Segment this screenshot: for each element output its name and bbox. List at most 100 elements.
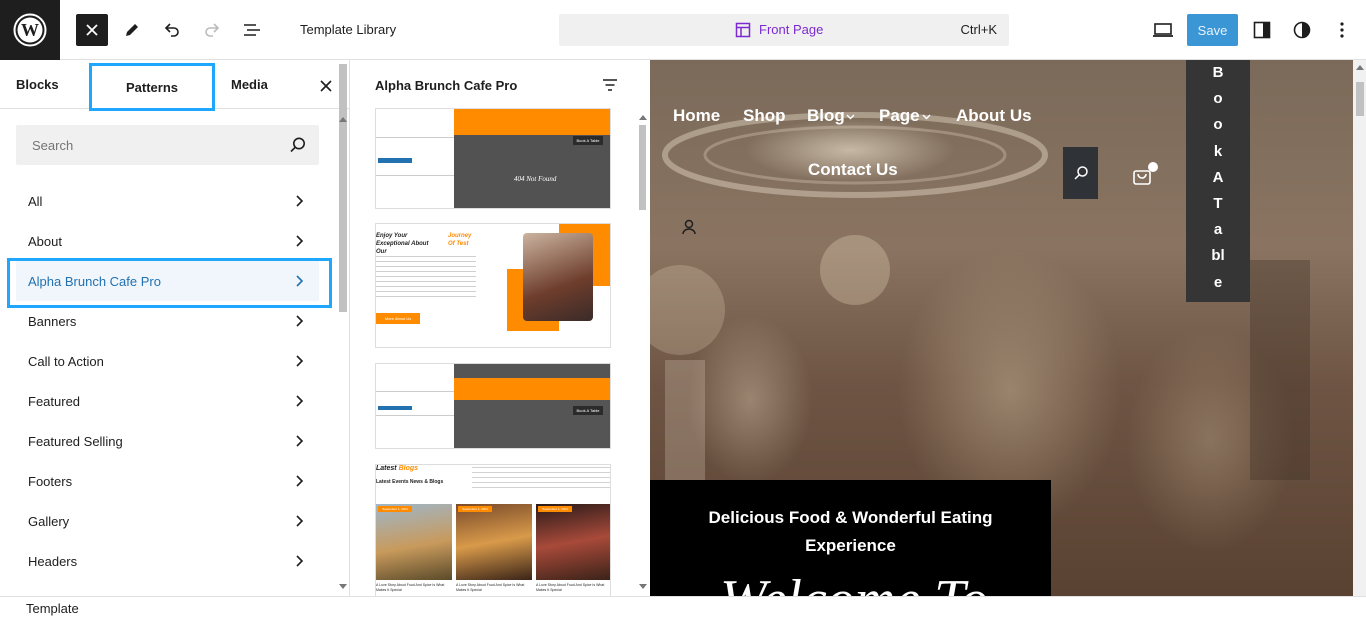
chevron-right-icon <box>296 275 304 287</box>
settings-button[interactable] <box>1246 14 1278 46</box>
category-label: Featured Selling <box>28 433 123 449</box>
category-featured[interactable]: Featured <box>16 381 319 421</box>
pattern-preview-panel: Alpha Brunch Cafe Pro Book A Table 404 N… <box>351 60 650 596</box>
book-table-mini-button: Book A Table <box>573 406 603 415</box>
close-inserter-panel-button[interactable] <box>316 76 336 96</box>
document-title: Template Library <box>300 22 397 37</box>
pattern-list-scrollbar[interactable] <box>639 125 646 210</box>
scroll-up-arrow-icon[interactable] <box>1356 64 1364 70</box>
redo-icon <box>205 23 220 37</box>
category-all[interactable]: All <box>16 181 319 221</box>
chevron-right-icon <box>296 355 304 367</box>
blog-post-title: A Love Story About Food And Spice Is Wha… <box>376 583 445 592</box>
category-label: Gallery <box>28 513 70 529</box>
nav-contact-us[interactable]: Contact Us <box>808 160 898 180</box>
redo-button[interactable] <box>196 14 228 46</box>
document-overview-button[interactable] <box>236 14 268 46</box>
cart-icon <box>1133 162 1158 185</box>
category-gallery[interactable]: Gallery <box>16 501 319 541</box>
hero-heading: Delicious Food & Wonderful Eating Experi… <box>708 508 993 555</box>
search-input[interactable] <box>16 125 286 165</box>
category-footers[interactable]: Footers <box>16 461 319 501</box>
blog-card-image: September 1, 2024 <box>376 504 452 580</box>
search-icon <box>290 137 305 153</box>
scroll-down-arrow-icon[interactable] <box>339 584 347 590</box>
about-photo <box>523 233 593 321</box>
category-alpha-brunch-cafe-pro[interactable]: Alpha Brunch Cafe Pro <box>16 261 319 301</box>
chevron-down-icon <box>922 114 931 120</box>
undo-button[interactable] <box>156 14 188 46</box>
nav-home[interactable]: Home <box>673 106 720 126</box>
pattern-preview-header[interactable]: Book A Table <box>375 363 611 449</box>
book-a-table-button[interactable]: B o o k A T a bl e <box>1186 60 1250 302</box>
scroll-up-arrow-icon[interactable] <box>339 116 347 122</box>
category-label: Banners <box>28 313 77 329</box>
more-vertical-icon <box>1340 22 1344 38</box>
about-heading-a: Enjoy Your <box>376 233 408 239</box>
book-table-letter: o <box>1213 116 1223 134</box>
breadcrumb-template[interactable]: Template <box>26 601 79 616</box>
tab-media[interactable]: Media <box>231 60 268 109</box>
blog-date: September 1, 2024 <box>538 506 572 512</box>
nav-shop[interactable]: Shop <box>743 106 786 126</box>
styles-button[interactable] <box>1286 14 1318 46</box>
chevron-right-icon <box>296 235 304 247</box>
chevron-right-icon <box>296 435 304 447</box>
tab-patterns[interactable]: Patterns <box>89 63 215 111</box>
pattern-preview-about[interactable]: Enjoy Your Exceptional About Our Journey … <box>375 223 611 348</box>
close-icon <box>320 80 332 92</box>
command-palette-bar[interactable]: Front Page Ctrl+K <box>559 14 1009 46</box>
save-button[interactable]: Save <box>1187 14 1238 46</box>
book-table-letter: T <box>1213 195 1223 213</box>
view-device-button[interactable] <box>1147 14 1179 46</box>
category-label: Call to Action <box>28 353 104 369</box>
thumb-left-column <box>376 109 454 208</box>
nav-about-us[interactable]: About Us <box>956 106 1032 126</box>
scroll-up-arrow-icon[interactable] <box>639 114 647 120</box>
blog-date: September 1, 2024 <box>378 506 412 512</box>
tools-button[interactable] <box>116 14 148 46</box>
category-featured-selling[interactable]: Featured Selling <box>16 421 319 461</box>
category-label: Featured <box>28 393 81 409</box>
book-table-letter: B <box>1212 64 1224 81</box>
user-account-icon[interactable] <box>681 219 697 235</box>
list-view-icon <box>244 24 260 36</box>
category-call-to-action[interactable]: Call to Action <box>16 341 319 381</box>
nav-blog[interactable]: Blog <box>807 106 845 126</box>
pattern-preview-blogs[interactable]: Latest Blogs Latest Events News & Blogs … <box>375 464 611 596</box>
category-banners[interactable]: Banners <box>16 301 319 341</box>
chevron-right-icon <box>296 515 304 527</box>
book-table-letter: k <box>1213 142 1223 160</box>
contrast-icon <box>1293 21 1311 39</box>
filter-icon[interactable] <box>601 77 619 93</box>
search-icon <box>1074 166 1088 180</box>
about-paragraph-lines <box>376 256 476 300</box>
desktop-icon <box>1153 23 1173 37</box>
template-icon <box>735 22 751 38</box>
close-inserter-button[interactable] <box>76 14 108 46</box>
header-search-button[interactable] <box>1063 147 1098 199</box>
book-table-letter: e <box>1213 273 1223 291</box>
pattern-category-title: Alpha Brunch Cafe Pro <box>375 78 518 93</box>
category-about[interactable]: About <box>16 221 319 261</box>
editor-canvas[interactable]: Home Shop Blog Page About Us Contact Us … <box>650 60 1353 596</box>
editor-header: W Template Library Front Page Ctrl+K Sav… <box>0 0 1366 60</box>
about-heading: Enjoy Your Exceptional About Our <box>376 232 436 256</box>
pattern-preview-404[interactable]: Book A Table 404 Not Found <box>375 108 611 209</box>
category-label: Alpha Brunch Cafe Pro <box>28 273 161 289</box>
options-button[interactable] <box>1326 14 1358 46</box>
category-list-scrollbar[interactable] <box>339 64 347 312</box>
canvas-scrollbar-thumb[interactable] <box>1356 82 1364 116</box>
wordpress-logo-button[interactable]: W <box>0 0 60 60</box>
thumb-left-column <box>376 364 454 448</box>
cart-button[interactable] <box>1132 162 1158 188</box>
command-bar-title: Front Page <box>759 22 824 37</box>
tab-blocks[interactable]: Blocks <box>16 60 59 109</box>
canvas-scrollbar-track[interactable] <box>1353 60 1366 596</box>
chevron-down-icon <box>846 114 855 120</box>
about-cta-mini: More About Us <box>376 313 420 324</box>
nav-page[interactable]: Page <box>879 106 920 126</box>
scroll-down-arrow-icon[interactable] <box>639 584 647 590</box>
category-headers[interactable]: Headers <box>16 541 319 581</box>
book-table-letter: bl <box>1211 247 1225 265</box>
